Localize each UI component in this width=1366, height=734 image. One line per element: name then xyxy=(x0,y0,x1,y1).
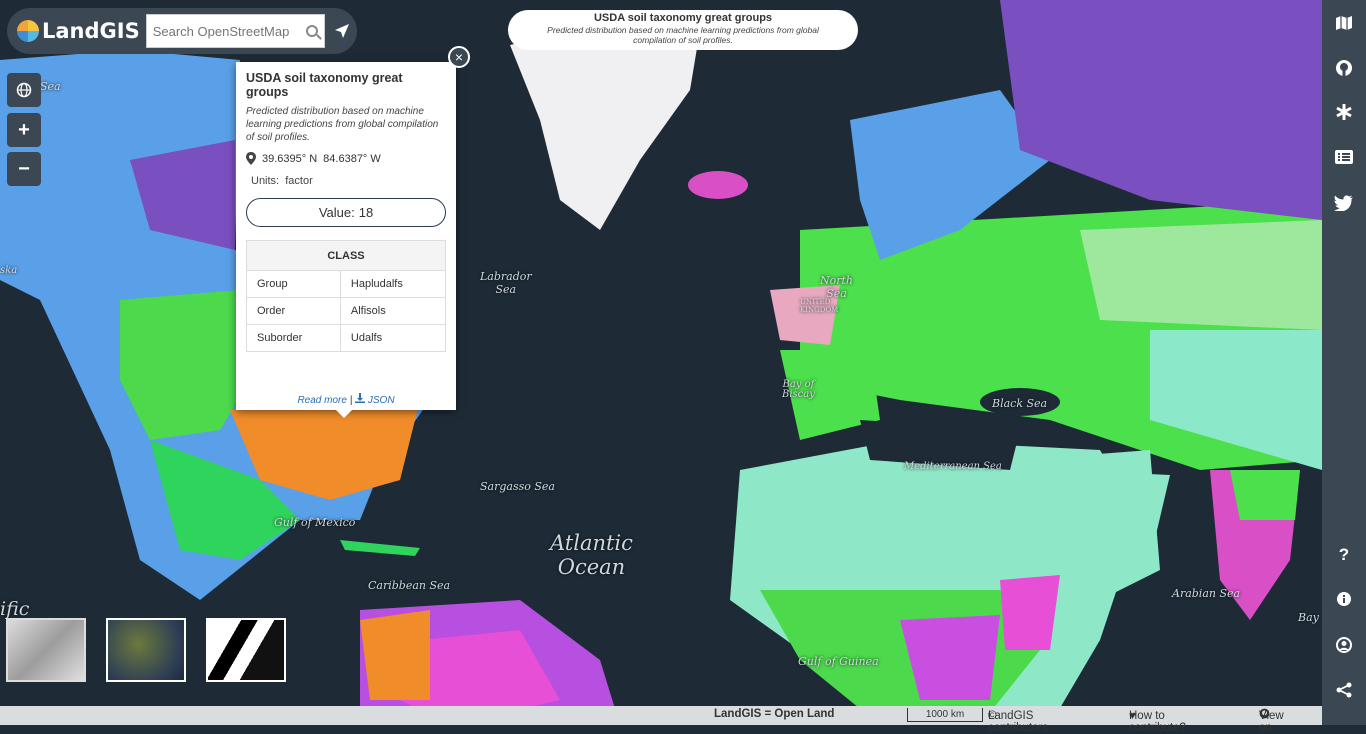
contributors-text: LandGIS contributors xyxy=(988,710,1049,734)
soil-map-layer[interactable] xyxy=(0,0,1322,725)
popup-latitude: 39.6395° N xyxy=(262,152,318,165)
units-label: Units: xyxy=(251,175,280,187)
info-popup: USDA soil taxonomy great groups Predicte… xyxy=(236,62,456,418)
footer-separator: | xyxy=(349,395,353,406)
user-icon[interactable] xyxy=(1322,630,1366,660)
footer-bar: LandGIS = Open Land 1000 km © LandGIS con… xyxy=(0,706,1322,734)
map-label-black-sea: Black Sea xyxy=(992,397,1048,410)
basemap-thumbnail-satellite[interactable] xyxy=(106,618,186,682)
search-box xyxy=(145,14,326,48)
open-land-text: LandGIS = Open Land xyxy=(714,708,835,720)
map-label-caribbean-sea: Caribbean Sea xyxy=(368,579,451,592)
class-table: CLASS Group Hapludalfs Order Alfisols Su… xyxy=(246,240,447,352)
map-label-united-kingdom: UNITED KINGDOM xyxy=(800,298,839,314)
layer-subtitle: Predicted distribution based on machine … xyxy=(547,25,819,45)
basemap-thumbnail-relief[interactable] xyxy=(6,618,86,682)
value-label: Value: xyxy=(318,205,355,220)
class-value: Alfisols xyxy=(339,297,447,325)
popup-description: Predicted distribution based on machine … xyxy=(246,106,439,143)
layer-title: USDA soil taxonomy great groups xyxy=(593,12,773,24)
class-key: Order xyxy=(246,297,341,325)
class-value: Udalfs xyxy=(339,324,447,352)
right-sidebar: ? xyxy=(1322,0,1366,725)
zoom-in-button[interactable]: + xyxy=(7,113,41,147)
map-label-bay: Bay xyxy=(1298,611,1319,624)
popup-coordinates: 39.6395° N 84.6387° W xyxy=(246,152,446,165)
view-on-text: View on xyxy=(1259,710,1284,734)
table-row: Suborder Udalfs xyxy=(246,324,447,352)
map-label-bay-of-biscay: Bay of Biscay xyxy=(782,379,815,400)
popup-footer: Read more | JSON xyxy=(236,393,456,406)
map-icon[interactable] xyxy=(1322,8,1366,38)
twitter-icon[interactable] xyxy=(1322,188,1366,218)
map-label-mediterranean-sea: Mediterranean Sea xyxy=(904,461,1002,472)
units-value: factor xyxy=(285,175,313,187)
info-icon[interactable] xyxy=(1322,584,1366,614)
map-label-labrador-sea: Labrador Sea xyxy=(480,270,532,296)
class-value: Hapludalfs xyxy=(339,270,447,298)
globe-logo-icon xyxy=(17,20,39,42)
map-label-sea: Sea xyxy=(40,80,61,93)
locate-button[interactable] xyxy=(327,15,357,47)
location-arrow-icon xyxy=(335,24,350,38)
github-icon[interactable] xyxy=(1322,53,1366,83)
view-on-github-link[interactable]: View on xyxy=(1259,708,1284,734)
popup-longitude: 84.6387° W xyxy=(323,152,381,165)
top-toolbar: LandGIS xyxy=(7,8,357,54)
popup-close-button[interactable]: × xyxy=(448,46,470,68)
app-logo[interactable]: LandGIS xyxy=(17,19,140,43)
map-label-gulf-of-mexico: Gulf of Mexico xyxy=(274,516,356,529)
share-icon[interactable] xyxy=(1322,675,1366,705)
app-name: LandGIS xyxy=(42,19,140,43)
zoom-out-button[interactable]: − xyxy=(7,152,41,186)
map-label-ska: ska xyxy=(0,265,18,276)
table-row: Group Hapludalfs xyxy=(246,270,447,298)
search-icon[interactable] xyxy=(306,25,319,37)
help-icon[interactable]: ? xyxy=(1322,540,1366,570)
json-link[interactable]: JSON xyxy=(368,395,395,406)
map-label-sargasso-sea: Sargasso Sea xyxy=(480,480,555,493)
asterisk-icon[interactable] xyxy=(1322,97,1366,127)
popup-units: Units: factor xyxy=(246,175,446,187)
value-button[interactable]: Value: 18 xyxy=(246,198,446,227)
scale-bar: 1000 km xyxy=(907,708,983,722)
map-label-arabian-sea: Arabian Sea xyxy=(1172,587,1241,600)
map-label-north-sea: North Sea xyxy=(820,274,854,300)
class-key: Suborder xyxy=(246,324,341,352)
read-more-link[interactable]: Read more xyxy=(297,395,346,406)
class-key: Group xyxy=(246,270,341,298)
table-row: Order Alfisols xyxy=(246,297,447,325)
layer-title-box: USDA soil taxonomy great groups Predicte… xyxy=(508,10,858,50)
search-input[interactable] xyxy=(152,23,307,39)
contribute-text: How to contribute? xyxy=(1129,710,1186,734)
basemap-thumbnail-outline[interactable] xyxy=(206,618,286,682)
basemap-button[interactable] xyxy=(7,73,41,107)
list-icon[interactable] xyxy=(1322,142,1366,172)
map-marker-icon xyxy=(246,152,256,165)
globe-icon xyxy=(16,82,32,98)
download-icon xyxy=(355,393,366,403)
map-label-pacific: ific xyxy=(0,598,30,620)
map-canvas[interactable]: Sea ska Labrador Sea North Sea UNITED KI… xyxy=(0,0,1322,725)
map-label-gulf-of-guinea: Gulf of Guinea xyxy=(798,655,879,668)
popup-title: USDA soil taxonomy great groups xyxy=(246,71,403,99)
map-label-atlantic-ocean: Atlantic Ocean xyxy=(550,531,633,579)
value-number: 18 xyxy=(358,205,374,220)
class-table-header: CLASS xyxy=(246,240,446,271)
